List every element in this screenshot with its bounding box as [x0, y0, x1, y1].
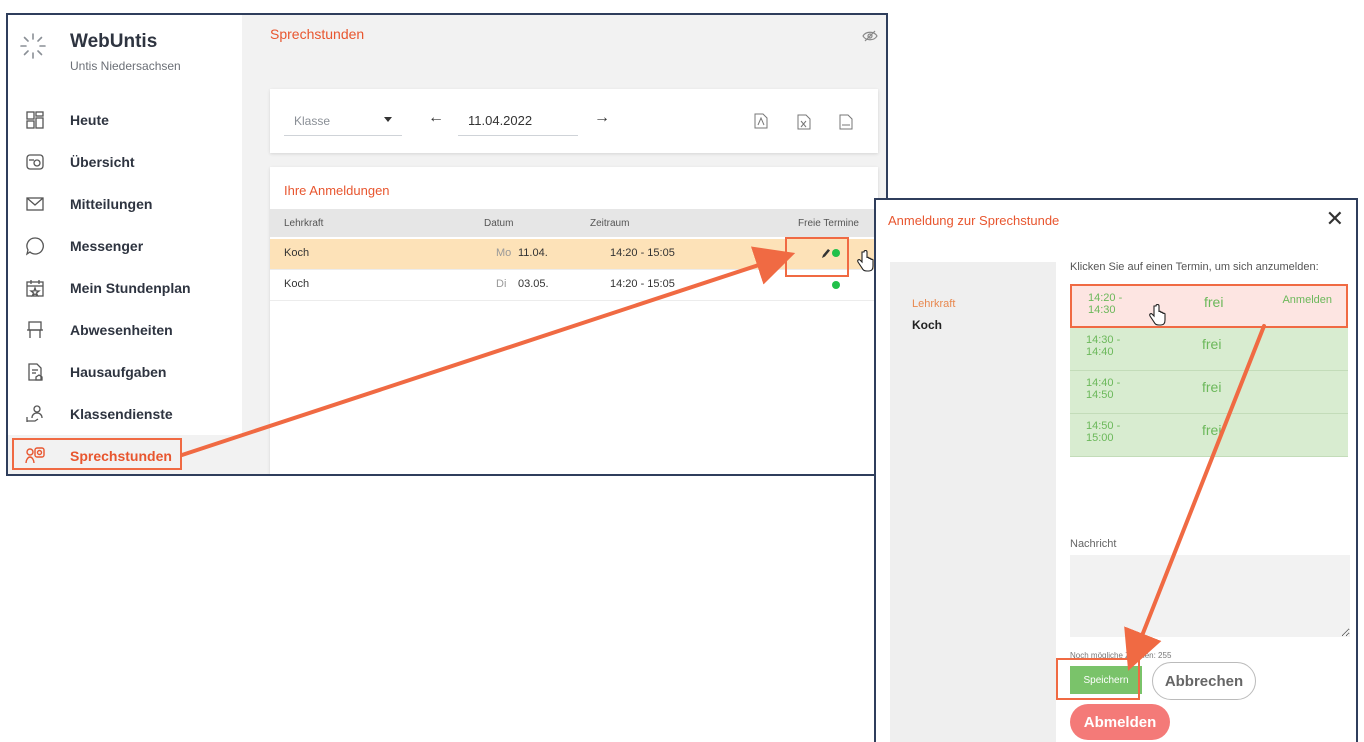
edit-highlight: [785, 237, 849, 277]
class-select-value: Klasse: [294, 114, 331, 128]
hide-eye-icon[interactable]: [862, 29, 878, 43]
slot-status: frei: [1202, 422, 1222, 438]
slot-status: frei: [1202, 336, 1222, 352]
slot-status: frei: [1202, 379, 1222, 395]
sprechstunden-highlight: [12, 438, 182, 470]
chevron-down-icon: [384, 117, 392, 122]
registrations-title: Ihre Anmeldungen: [284, 183, 390, 198]
sidebar-item-label: Messenger: [70, 238, 144, 254]
slot-time: 14:20 - 14:30: [1088, 292, 1123, 316]
slot-hint: Klicken Sie auf einen Termin, um sich an…: [1070, 261, 1319, 273]
column-header: Datum: [484, 218, 514, 229]
chat-icon: [25, 237, 44, 256]
sidebar-item-uebersicht[interactable]: Übersicht: [8, 141, 242, 183]
sidebar-item-klassendienste[interactable]: Klassendienste: [8, 393, 242, 435]
teacher-cell: Koch: [284, 278, 310, 290]
sidebar-item-label: Abwesenheiten: [70, 322, 173, 338]
time-slot[interactable]: 14:30 - 14:40 frei: [1070, 328, 1348, 371]
time-cell: 14:20 - 15:05: [610, 278, 675, 290]
sidebar-item-mitteilungen[interactable]: Mitteilungen: [8, 183, 242, 225]
registrations-panel: Ihre Anmeldungen Lehrkraft Datum Zeitrau…: [270, 167, 878, 474]
page-title: Sprechstunden: [270, 26, 365, 42]
message-input[interactable]: [1070, 555, 1350, 637]
sidebar-item-heute[interactable]: Heute: [8, 99, 242, 141]
column-header: Freie Termine: [798, 218, 859, 229]
slot-status: frei: [1204, 294, 1224, 310]
teacher-label: Lehrkraft: [912, 298, 956, 310]
date-cell: 11.04.: [518, 247, 548, 259]
dashboard-icon: [26, 111, 44, 129]
sidebar-item-label: Übersicht: [70, 154, 135, 170]
table-header: Lehrkraft Datum Zeitraum Freie Termine: [270, 209, 878, 237]
sidebar: WebUntis Untis Niedersachsen Heute Übers…: [8, 15, 242, 474]
hand-cursor-icon: [857, 250, 874, 272]
date-input-value: 11.04.2022: [468, 113, 533, 128]
date-input[interactable]: 11.04.2022: [458, 105, 578, 136]
teacher-panel: Lehrkraft Koch: [890, 262, 1056, 742]
message-label: Nachricht: [1070, 538, 1117, 550]
slot-register-link[interactable]: Anmelden: [1282, 294, 1332, 306]
sidebar-item-label: Heute: [70, 112, 109, 128]
homework-icon: [28, 363, 43, 381]
booking-dialog: Anmeldung zur Sprechstunde ✕ Lehrkraft K…: [874, 198, 1358, 742]
date-cell: 03.05.: [518, 278, 549, 290]
sidebar-item-hausaufgaben[interactable]: Hausaufgaben: [8, 351, 242, 393]
app-name: WebUntis: [70, 31, 158, 52]
excel-export-icon[interactable]: [797, 114, 811, 130]
webuntis-logo-icon: [20, 33, 46, 59]
close-icon[interactable]: ✕: [1326, 208, 1344, 230]
dialog-title: Anmeldung zur Sprechstunde: [888, 213, 1060, 228]
weekday-cell: Mo: [496, 247, 512, 259]
previous-date-arrow-icon[interactable]: ←: [428, 109, 444, 127]
calendar-icon: [26, 280, 44, 298]
weekday-cell: Di: [496, 278, 507, 290]
time-slot[interactable]: 14:40 - 14:50 frei: [1070, 371, 1348, 414]
teacher-cell: Koch: [284, 247, 310, 259]
slot-time: 14:50 - 15:00: [1086, 420, 1121, 444]
free-slots-indicator: [832, 281, 840, 289]
sidebar-item-label: Mitteilungen: [70, 196, 153, 212]
mail-icon: [26, 197, 44, 211]
overview-icon: [26, 154, 44, 170]
school-name: Untis Niedersachsen: [70, 59, 181, 73]
sidebar-item-mein-stundenplan[interactable]: Mein Stundenplan: [8, 267, 242, 309]
column-header: Zeitraum: [590, 218, 630, 229]
slot-time: 14:40 - 14:50: [1086, 377, 1121, 401]
class-duty-icon: [26, 405, 43, 422]
sidebar-item-messenger[interactable]: Messenger: [8, 225, 242, 267]
pdf-export-icon[interactable]: [754, 113, 768, 129]
time-slot[interactable]: 14:50 - 15:00 frei: [1070, 414, 1348, 457]
sidebar-item-label: Hausaufgaben: [70, 364, 167, 380]
main-window: WebUntis Untis Niedersachsen Heute Übers…: [6, 13, 888, 476]
sidebar-item-label: Klassendienste: [70, 406, 173, 422]
hand-cursor-icon: [1149, 304, 1166, 326]
slot-time: 14:30 - 14:40: [1086, 334, 1121, 358]
time-slot[interactable]: 14:20 - 14:30 frei Anmelden: [1070, 284, 1348, 328]
class-select[interactable]: Klasse: [284, 105, 402, 136]
cancel-button[interactable]: Abbrechen: [1152, 662, 1256, 700]
sidebar-item-label: Mein Stundenplan: [70, 280, 191, 296]
toolbar: Klasse ← 11.04.2022 →: [270, 89, 878, 153]
absence-icon: [27, 321, 43, 338]
save-highlight: [1056, 658, 1140, 700]
csv-export-icon[interactable]: [839, 114, 853, 130]
time-cell: 14:20 - 15:05: [610, 247, 675, 259]
sidebar-item-abwesenheiten[interactable]: Abwesenheiten: [8, 309, 242, 351]
column-header: Lehrkraft: [284, 218, 324, 229]
next-date-arrow-icon[interactable]: →: [594, 109, 610, 127]
unregister-button[interactable]: Abmelden: [1070, 704, 1170, 740]
teacher-name: Koch: [912, 318, 942, 332]
